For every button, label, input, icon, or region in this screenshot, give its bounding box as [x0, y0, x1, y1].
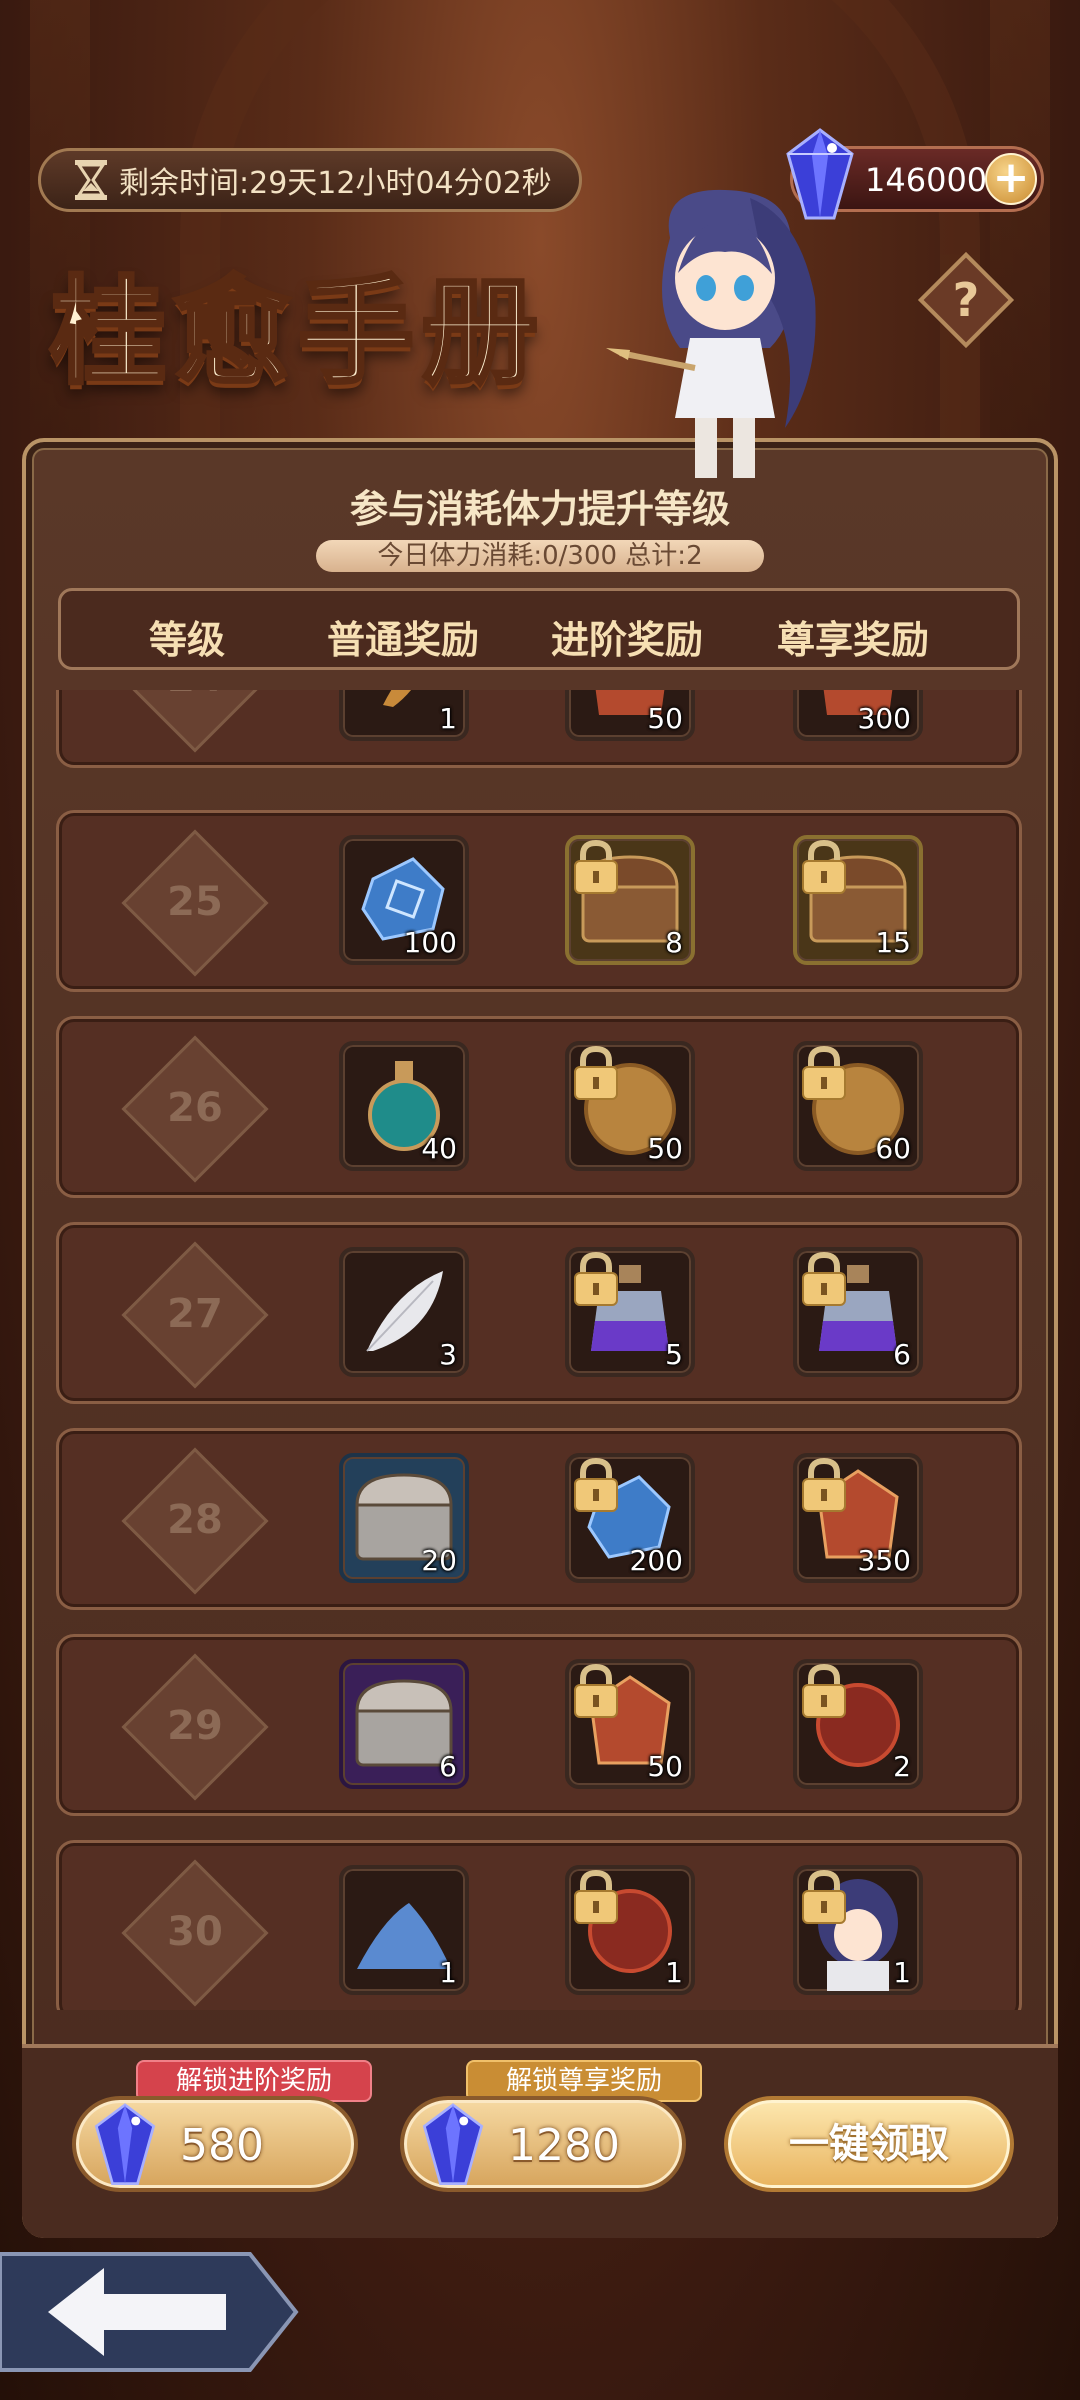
advanced-reward-slot[interactable]: 5	[565, 1247, 695, 1377]
reward-list[interactable]: 24 1 50 300 25 100 8	[0, 690, 1080, 2010]
reward-row-29: 29 6 50 2	[56, 1634, 1022, 1816]
hourglass-icon	[71, 158, 111, 202]
svg-text:?: ?	[953, 273, 980, 327]
reward-row-30: 30 1 1 1	[56, 1840, 1022, 2010]
normal-reward-slot[interactable]: 1	[339, 690, 469, 741]
claim-all-button[interactable]: 一键领取	[724, 2096, 1014, 2192]
level-number: 25	[167, 879, 223, 925]
reward-count: 300	[857, 702, 911, 735]
reward-row-28: 28 20 200 350	[56, 1428, 1022, 1610]
premium-reward-slot[interactable]: 300	[793, 690, 923, 741]
reward-row-26: 26 40 50 60	[56, 1016, 1022, 1198]
level-number: 27	[167, 1291, 223, 1337]
reward-row-25: 25 100 8 15	[56, 810, 1022, 992]
reward-count: 1	[893, 1956, 911, 1989]
normal-reward-slot[interactable]: 20	[339, 1453, 469, 1583]
lock-icon	[802, 1457, 846, 1512]
advanced-reward-slot[interactable]: 200	[565, 1453, 695, 1583]
reward-count: 8	[665, 926, 683, 959]
reward-count: 100	[403, 926, 457, 959]
reward-count: 50	[647, 1750, 683, 1783]
reward-count: 3	[439, 1338, 457, 1371]
remaining-time-banner: 剩余时间:29天12小时04分02秒	[38, 148, 582, 212]
level-number: 24	[117, 690, 273, 701]
premium-reward-slot[interactable]: 60	[793, 1041, 923, 1171]
reward-count: 6	[893, 1338, 911, 1371]
back-arrow-icon[interactable]	[0, 2250, 300, 2374]
reward-count: 1	[439, 702, 457, 735]
lock-icon	[802, 1251, 846, 1306]
reward-count: 40	[421, 1132, 457, 1165]
header-premium-reward: 尊享奖励	[777, 618, 930, 662]
reward-count: 60	[875, 1132, 911, 1165]
lock-icon	[802, 1663, 846, 1718]
lock-icon	[574, 1045, 618, 1100]
reward-count: 20	[421, 1544, 457, 1577]
reward-count: 50	[647, 1132, 683, 1165]
premium-reward-slot[interactable]: 2	[793, 1659, 923, 1789]
advanced-reward-slot[interactable]: 50	[565, 1659, 695, 1789]
reward-table-header: 等级 普通奖励 进阶奖励 尊享奖励	[58, 588, 1020, 670]
level-number: 28	[167, 1497, 223, 1543]
panel-subtitle: 参与消耗体力提升等级	[349, 487, 730, 531]
premium-reward-slot[interactable]: 15	[793, 835, 923, 965]
reward-count: 1	[665, 1956, 683, 1989]
lock-icon	[574, 1457, 618, 1512]
lock-icon	[802, 1869, 846, 1924]
normal-reward-slot[interactable]: 40	[339, 1041, 469, 1171]
advanced-reward-slot[interactable]: 8	[565, 835, 695, 965]
lock-icon	[574, 1663, 618, 1718]
lock-icon	[574, 1869, 618, 1924]
lock-icon	[574, 839, 618, 894]
reward-row-27: 27 3 5 6	[56, 1222, 1022, 1404]
advanced-reward-slot[interactable]: 1	[565, 1865, 695, 1995]
reward-row-24: 24 1 50 300	[56, 690, 1022, 768]
gem-icon	[94, 2103, 156, 2185]
lock-icon	[802, 1045, 846, 1100]
reward-count: 350	[857, 1544, 911, 1577]
premium-reward-slot[interactable]: 350	[793, 1453, 923, 1583]
level-number: 26	[167, 1085, 223, 1131]
gem-icon	[422, 2103, 484, 2185]
page-title: 桂愈手册	[48, 262, 546, 402]
help-icon[interactable]: ?	[914, 248, 1018, 352]
unlock-advanced-button[interactable]: 580	[72, 2096, 358, 2192]
lock-icon	[802, 839, 846, 894]
remaining-time-text: 剩余时间:29天12小时04分02秒	[119, 166, 552, 201]
reward-count: 50	[647, 702, 683, 735]
normal-reward-slot[interactable]: 3	[339, 1247, 469, 1377]
reward-count: 2	[893, 1750, 911, 1783]
premium-reward-slot[interactable]: 6	[793, 1247, 923, 1377]
normal-reward-slot[interactable]: 1	[339, 1865, 469, 1995]
lock-icon	[574, 1251, 618, 1306]
unlock-premium-button[interactable]: 1280	[400, 2096, 686, 2192]
unlock-premium-price: 1280	[508, 2120, 620, 2171]
character-illustration	[606, 189, 816, 478]
header-advanced-reward: 进阶奖励	[551, 618, 704, 662]
premium-reward-slot[interactable]: 1	[793, 1865, 923, 1995]
header-normal-reward: 普通奖励	[327, 618, 480, 662]
advanced-reward-slot[interactable]: 50	[565, 690, 695, 741]
plus-icon[interactable]: +	[985, 153, 1037, 205]
currency-amount: 146000	[865, 161, 988, 199]
advanced-reward-slot[interactable]: 50	[565, 1041, 695, 1171]
background-pillar	[990, 0, 1050, 480]
reward-count: 6	[439, 1750, 457, 1783]
header-level: 等级	[149, 618, 226, 662]
stamina-consumption-bar: 今日体力消耗:0/300 总计:2	[316, 540, 764, 572]
reward-count: 15	[875, 926, 911, 959]
reward-count: 5	[665, 1338, 683, 1371]
normal-reward-slot[interactable]: 100	[339, 835, 469, 965]
level-number: 29	[167, 1703, 223, 1749]
level-number: 30	[167, 1909, 223, 1955]
unlock-advanced-price: 580	[180, 2120, 264, 2171]
reward-count: 1	[439, 1956, 457, 1989]
normal-reward-slot[interactable]: 6	[339, 1659, 469, 1789]
reward-count: 200	[629, 1544, 683, 1577]
